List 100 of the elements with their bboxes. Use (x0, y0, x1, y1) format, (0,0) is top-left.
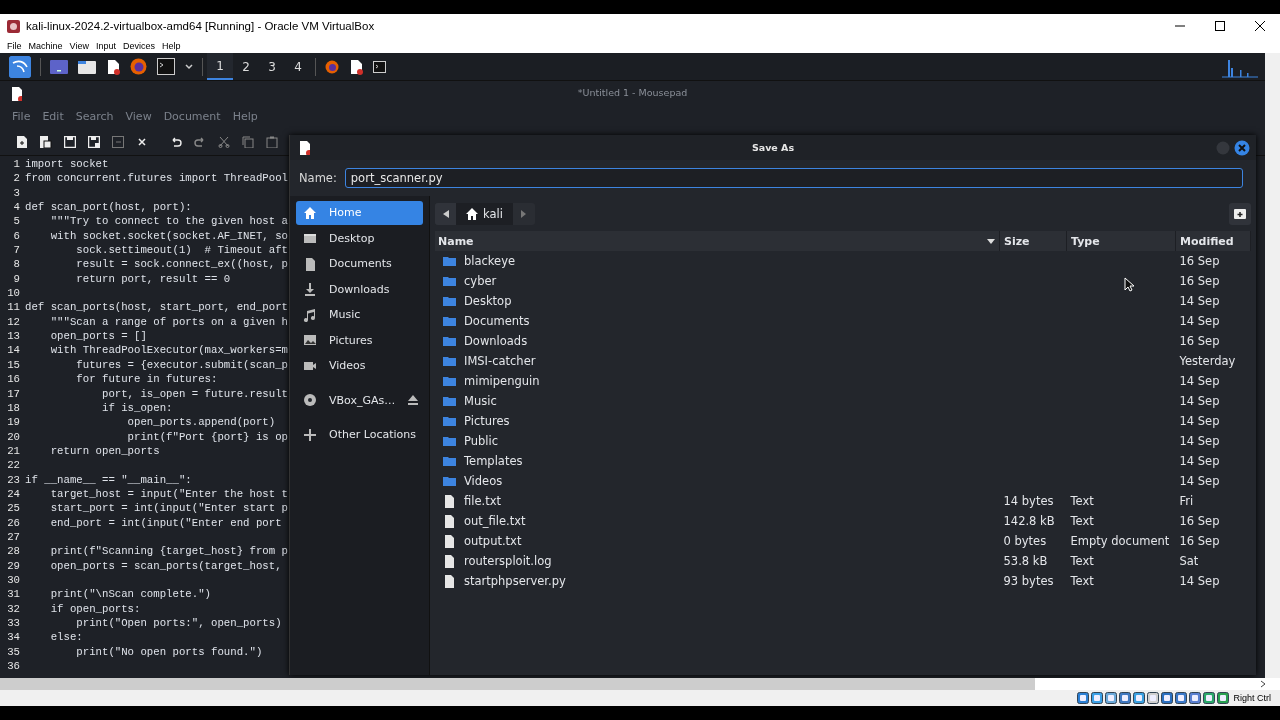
menu-item[interactable]: View (68, 40, 95, 51)
code-line: sock.settimeout(1) # Timeout aft (75, 243, 288, 258)
save-as-icon[interactable] (88, 135, 100, 148)
column-header[interactable]: Modified (1175, 231, 1251, 251)
sidebar-item[interactable]: Pictures (296, 328, 423, 352)
file-name[interactable]: file.txt (464, 494, 501, 508)
browser-icon[interactable] (130, 58, 147, 75)
menu-item[interactable]: View (119, 110, 158, 123)
file-name[interactable]: IMSI-catcher (464, 354, 536, 368)
sidebar-item[interactable]: Home (296, 201, 423, 225)
code-line: import socket (25, 157, 109, 172)
line-number: 14 (6, 343, 21, 358)
code-line: open_ports.append(port) (126, 415, 276, 430)
desktop-icon (303, 231, 317, 246)
file-name[interactable]: Templates (464, 454, 523, 468)
cut-icon[interactable] (218, 135, 230, 148)
scrollbar-thumb[interactable] (0, 678, 1035, 690)
text-editor-icon[interactable] (349, 58, 363, 75)
paste-icon[interactable] (266, 135, 278, 148)
terminal-icon[interactable] (157, 58, 175, 75)
new-file-icon[interactable] (16, 135, 28, 148)
line-number: 36 (6, 659, 21, 674)
sidebar-item[interactable]: Downloads (296, 277, 423, 301)
download-icon (303, 282, 317, 297)
folder-icon[interactable] (78, 58, 96, 75)
sidebar-item[interactable]: Desktop (296, 226, 423, 250)
file-name[interactable]: output.txt (464, 534, 522, 548)
back-arrow-icon[interactable] (442, 210, 449, 218)
path-button[interactable]: kali (456, 203, 513, 225)
text-editor-icon[interactable] (106, 58, 120, 75)
code-line: print("No open ports found.") (75, 644, 263, 660)
new-folder-button[interactable] (1229, 203, 1251, 225)
menu-item[interactable]: Machine (27, 40, 69, 51)
file-name[interactable]: Desktop (464, 294, 512, 308)
workspace-button[interactable]: 4 (285, 53, 311, 80)
sidebar-item[interactable]: Videos (296, 354, 423, 378)
workspace-button[interactable]: 3 (259, 53, 285, 80)
sidebar-item[interactable]: VBox_GAs… (296, 388, 423, 412)
chevron-down-icon[interactable] (185, 63, 193, 70)
code-line: with ThreadPoolExecutor(max_workers=m (49, 343, 288, 358)
redo-icon[interactable] (194, 135, 206, 148)
file-icon (442, 574, 457, 588)
file-icon (442, 514, 457, 528)
forward-arrow-icon[interactable] (521, 210, 527, 218)
line-number: 12 (6, 314, 21, 330)
desktop-icon[interactable] (50, 58, 68, 75)
file-name[interactable]: mimipenguin (464, 374, 540, 388)
sidebar-item[interactable]: Music (296, 303, 423, 327)
menu-item[interactable]: Help (226, 110, 264, 123)
open-file-icon[interactable] (40, 135, 52, 148)
menu-item[interactable]: Devices (121, 40, 161, 51)
sidebar-item[interactable]: Documents (296, 252, 423, 276)
column-header[interactable]: Size (999, 231, 1067, 251)
close-icon[interactable] (1255, 21, 1265, 31)
file-name[interactable]: Videos (464, 474, 503, 488)
menu-item[interactable]: File (6, 110, 37, 123)
menu-item[interactable]: Search (69, 110, 120, 123)
maximize-icon[interactable] (1215, 21, 1225, 31)
workspace-button[interactable]: 1 (207, 53, 233, 80)
line-number: 1 (12, 157, 21, 172)
terminal-icon[interactable] (373, 60, 386, 73)
file-name[interactable]: out_file.txt (464, 514, 526, 528)
file-name[interactable]: cyber (464, 274, 497, 288)
line-number: 7 (12, 243, 21, 258)
workspace-button[interactable]: 2 (233, 53, 259, 80)
table-cell: Sat (1179, 554, 1199, 568)
table-cell: 14 Sep (1179, 394, 1220, 408)
file-name[interactable]: blackeye (464, 254, 516, 268)
code-line: target_host = input("Enter the host t (49, 486, 288, 502)
file-name[interactable]: Music (464, 394, 497, 408)
close-icon[interactable] (136, 135, 148, 148)
line-number: 35 (6, 644, 21, 660)
menu-item[interactable]: Help (160, 40, 187, 51)
file-name[interactable]: Downloads (464, 334, 528, 348)
scroll-right-icon[interactable] (1260, 680, 1266, 688)
menu-item[interactable]: Edit (36, 110, 70, 123)
eject-icon[interactable] (407, 394, 420, 407)
file-name[interactable]: Public (464, 434, 499, 448)
copy-icon[interactable] (242, 135, 254, 148)
table-cell: 53.8 kB (1003, 554, 1048, 568)
line-number: 2 (12, 171, 21, 186)
code-line: result = sock.connect_ex((host, p (75, 257, 288, 272)
folder-icon (442, 434, 457, 448)
line-number: 31 (6, 587, 21, 602)
file-name-field[interactable]: port_scanner.py (344, 168, 1243, 188)
menu-item[interactable]: Input (94, 40, 122, 51)
reload-icon[interactable] (112, 135, 124, 148)
save-icon[interactable] (64, 135, 76, 148)
sidebar-item[interactable]: Other Locations (296, 423, 423, 447)
menu-item[interactable]: File (6, 40, 28, 51)
file-icon (442, 554, 457, 568)
column-header[interactable]: Type (1066, 231, 1176, 251)
file-name[interactable]: Documents (464, 314, 530, 328)
browser-icon[interactable] (325, 59, 339, 74)
column-header[interactable]: Name (435, 231, 1000, 251)
file-name[interactable]: Pictures (464, 414, 510, 428)
file-name[interactable]: routersploit.log (464, 554, 552, 568)
menu-item[interactable]: Document (157, 110, 227, 123)
file-name[interactable]: startphpserver.py (464, 574, 566, 588)
undo-icon[interactable] (170, 135, 182, 148)
